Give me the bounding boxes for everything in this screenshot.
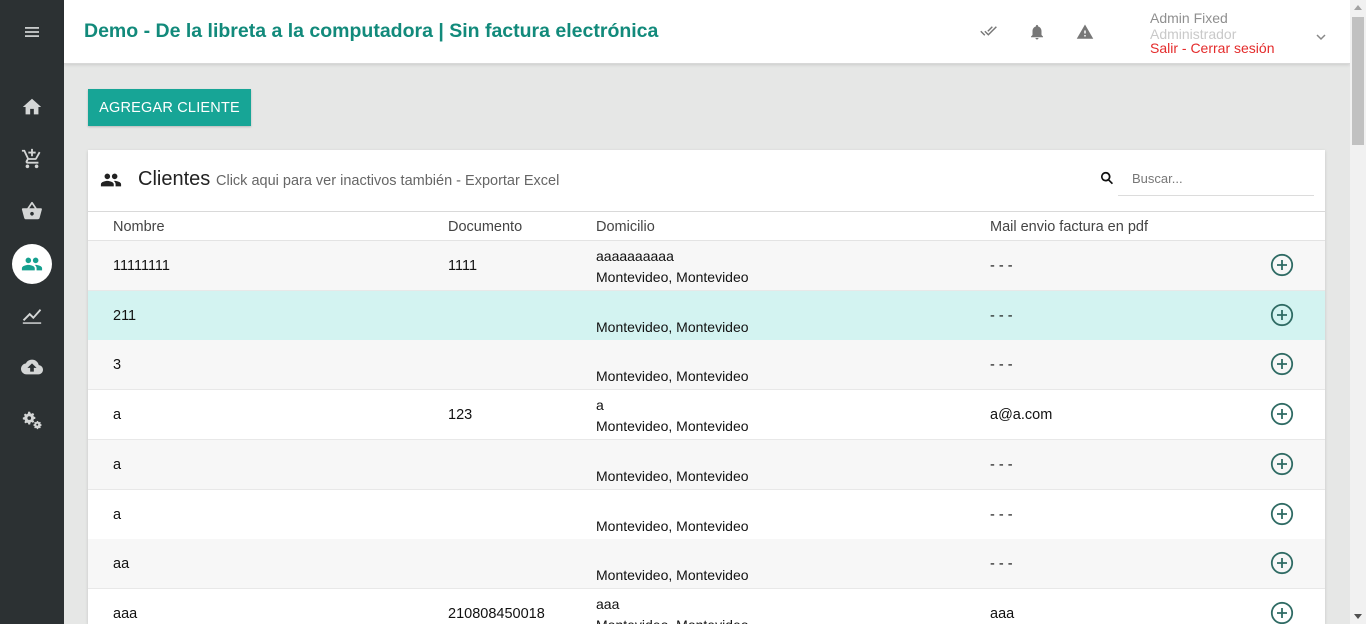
table-row[interactable]: a Montevideo, Montevideo - - - — [88, 490, 1325, 540]
client-mail: - - - — [990, 258, 1013, 274]
client-mail: - - - — [990, 456, 1013, 473]
add-circle-icon[interactable] — [1270, 551, 1294, 575]
scroll-thumb[interactable] — [1352, 17, 1364, 145]
table-row[interactable]: a 123 a Montevideo, Montevideo a@a.com — [88, 390, 1325, 441]
inactive-export-link[interactable]: Click aqui para ver inactivos también - … — [216, 173, 559, 189]
user-role: Administrador — [1150, 26, 1237, 42]
user-menu[interactable]: Admin Fixed Administrador Salir - Cerrar… — [1150, 11, 1274, 57]
client-document: 123 — [448, 407, 473, 424]
client-city: Montevideo, Montevideo — [596, 368, 749, 385]
table-row[interactable]: a Montevideo, Montevideo - - - — [88, 439, 1325, 490]
client-city: Montevideo, Montevideo — [596, 467, 749, 484]
search-input[interactable] — [1118, 162, 1314, 196]
chart-icon[interactable] — [12, 295, 52, 335]
client-mail: - - - — [990, 357, 1013, 374]
add-client-button[interactable]: AGREGAR CLIENTE — [88, 89, 251, 126]
client-address-line: aaa — [596, 595, 620, 612]
table-row[interactable]: aaa 210808450018 aaa Montevideo, Montevideo… — [88, 589, 1325, 624]
cart-icon[interactable] — [12, 139, 52, 179]
client-name: 3 — [113, 357, 122, 374]
add-circle-icon[interactable] — [1270, 601, 1294, 624]
warning-icon[interactable] — [1075, 22, 1095, 42]
add-circle-icon[interactable] — [1270, 253, 1294, 277]
panel-title: Clientes — [138, 168, 211, 190]
bell-icon[interactable] — [1027, 22, 1047, 42]
client-name: a — [113, 506, 122, 523]
client-city: Montevideo, Montevideo — [596, 567, 749, 584]
client-city: Montevideo, Montevideo — [596, 269, 749, 285]
client-mail: a@a.com — [990, 407, 1053, 424]
scroll-down-arrow[interactable] — [1354, 614, 1362, 619]
clients-icon[interactable] — [12, 244, 52, 284]
table-row[interactable]: 3 Montevideo, Montevideo - - - — [88, 340, 1325, 391]
logout-link[interactable]: Salir - Cerrar sesión — [1150, 41, 1274, 57]
clients-panel: Clientes Click aqui para ver inactivos t… — [88, 150, 1325, 624]
client-name: 11111111 — [113, 258, 170, 274]
column-header-domicilio[interactable]: Domicilio — [596, 219, 655, 235]
table-row[interactable]: 11111111 1111 aaaaaaaaaa Montevideo, Montev… — [88, 241, 1325, 291]
client-city: Montevideo, Montevideo — [596, 617, 749, 624]
add-circle-icon[interactable] — [1270, 303, 1294, 327]
add-circle-icon[interactable] — [1270, 402, 1294, 426]
table-row[interactable]: 211 Montevideo, Montevideo - - - — [88, 290, 1325, 341]
basket-icon[interactable] — [12, 191, 52, 231]
column-header-mail[interactable]: Mail envio factura en pdf — [990, 219, 1148, 235]
client-mail: - - - — [990, 506, 1013, 523]
column-header-documento[interactable]: Documento — [448, 219, 522, 235]
client-name: a — [113, 456, 122, 473]
client-city: Montevideo, Montevideo — [596, 517, 749, 534]
home-icon[interactable] — [12, 87, 52, 127]
client-mail: - - - — [990, 307, 1013, 324]
add-circle-icon[interactable] — [1270, 502, 1294, 526]
client-name: aaa — [113, 605, 138, 622]
user-name: Admin Fixed — [1150, 10, 1228, 26]
table-row[interactable]: aa Montevideo, Montevideo - - - — [88, 539, 1325, 590]
people-icon — [100, 171, 122, 189]
top-header: Demo - De la libreta a la computadora | … — [64, 0, 1350, 64]
sidebar — [0, 0, 64, 624]
client-document: 210808450018 — [448, 605, 545, 622]
client-city: Montevideo, Montevideo — [596, 318, 749, 335]
upload-icon[interactable] — [12, 347, 52, 387]
client-mail: aaa — [990, 605, 1015, 622]
client-mail: - - - — [990, 556, 1013, 573]
client-document: 1111 — [448, 258, 478, 274]
column-header-nombre[interactable]: Nombre — [113, 219, 165, 235]
client-name: 211 — [113, 307, 137, 324]
search-icon — [1100, 171, 1114, 185]
scroll-up-arrow[interactable] — [1354, 5, 1362, 10]
app-title: Demo - De la libreta a la computadora | … — [84, 20, 659, 42]
client-name: a — [113, 407, 122, 424]
client-address-line: a — [596, 397, 604, 414]
double-check-icon[interactable] — [979, 22, 999, 42]
settings-icon[interactable] — [12, 399, 52, 439]
panel-header: Clientes Click aqui para ver inactivos t… — [88, 150, 1325, 212]
add-circle-icon[interactable] — [1270, 452, 1294, 476]
add-circle-icon[interactable] — [1270, 352, 1294, 376]
page-scrollbar[interactable] — [1350, 0, 1366, 624]
chevron-down-icon[interactable] — [1314, 30, 1328, 44]
client-name: aa — [113, 556, 130, 573]
client-address-line: aaaaaaaaaa — [596, 248, 674, 264]
menu-icon[interactable] — [12, 12, 52, 52]
client-city: Montevideo, Montevideo — [596, 418, 749, 435]
